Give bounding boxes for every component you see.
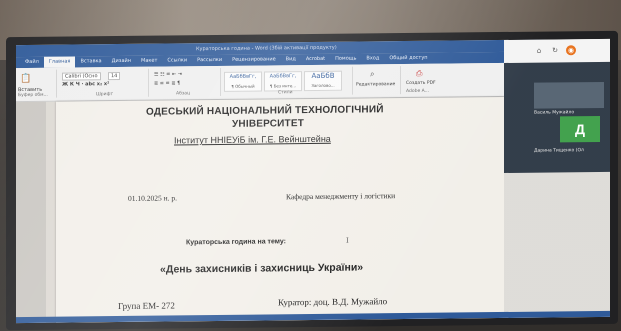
font-group: Calibri (Осно 14 Ж К Ч · abc x₂ x² Шрифт (58, 68, 149, 98)
institute-name: Інститут ННІЕУіБ ім. Г.Е. Вейнштейна (174, 133, 331, 146)
tab-layout[interactable]: Макет (136, 56, 162, 67)
participant-name-1: Василь Мужайло (534, 110, 575, 116)
paste-icon[interactable]: 📋 (20, 74, 31, 84)
paragraph-label: Абзац (176, 91, 191, 97)
browser-logo-icon[interactable]: ◉ (566, 45, 576, 56)
tab-acrobat[interactable]: Acrobat (301, 54, 330, 65)
create-pdf-button[interactable]: Создать PDF (406, 81, 436, 86)
photo-of-monitor: Кураторська година - Word (Збій активаці… (0, 0, 621, 331)
clipboard-group: 📋 Вставить Буфер обм... (16, 69, 57, 99)
tab-home[interactable]: Главная (43, 56, 76, 68)
ribbon: 📋 Вставить Буфер обм... Calibri (Осно 14… (16, 62, 556, 103)
university-name: ОДЕСЬКИЙ НАЦІОНАЛЬНИЙ ТЕХНОЛОГІЧНИЙ (146, 104, 384, 118)
tab-help[interactable]: Помощь (330, 53, 361, 64)
share-button[interactable]: Общий доступ (384, 53, 432, 65)
university-name-line2: УНІВЕРСИТЕТ (232, 118, 305, 130)
style-no-spacing-sample: АаБбВвГг, (269, 73, 297, 80)
style-no-spacing-name: ¶ Без инте... (269, 83, 297, 89)
font-size-select[interactable]: 14 (108, 72, 121, 81)
search-icon[interactable]: ⌕ (370, 69, 374, 79)
pdf-group: ⎙ Создать PDF Adobe A... (402, 66, 442, 94)
tab-insert[interactable]: Вставка (75, 56, 106, 67)
editing-button[interactable]: Редактирование (356, 82, 395, 87)
tab-review[interactable]: Рецензирование (227, 54, 281, 66)
topic-title: «День захисників і захисниць України» (160, 261, 364, 276)
align-icons[interactable]: ≣ ≡ ≡ ≣ ¶ (154, 80, 180, 86)
reload-icon[interactable]: ↻ (550, 45, 560, 55)
editing-group: ⌕ Редактирование (354, 66, 401, 95)
style-normal-name: ¶ Обычный (231, 83, 255, 89)
style-no-spacing[interactable]: АаБбВвГг, ¶ Без инте... (264, 71, 302, 92)
list-icons[interactable]: ☰ ☷ ≡ ⇤ ⇥ (154, 71, 182, 77)
monitor-bezel: Кураторська година - Word (Збій активаці… (6, 30, 618, 331)
styles-label: Стили (278, 90, 293, 96)
department-text: Кафедра менеджменту і логістики (286, 191, 396, 202)
browser-toolbar: ⌂ ↻ ◉ (504, 38, 610, 63)
date-text: 01.10.2025 н. р. (128, 193, 178, 203)
style-heading-sample: АаБбВ (311, 71, 335, 81)
tab-references[interactable]: Ссылки (162, 55, 192, 66)
left-margin (16, 101, 46, 324)
browser-window: ⌂ ↻ ◉ Василь Мужайло Д Дарина Тищенко (О… (504, 38, 610, 318)
paragraph-group: ☰ ☷ ≡ ⇤ ⇥ ≣ ≡ ≡ ≣ ¶ Абзац (150, 67, 221, 97)
screen: Кураторська година - Word (Збій активаці… (16, 38, 610, 324)
curator-text: Куратор: доц. В.Д. Мужайло (278, 296, 388, 308)
font-label: Шрифт (96, 92, 114, 98)
participant-avatar[interactable]: Д (560, 115, 600, 143)
text-cursor-icon: I (346, 236, 349, 245)
group-text: Група ЕМ- 272 (118, 300, 175, 312)
style-normal[interactable]: АаБбВвГг, ¶ Обычный (224, 71, 262, 92)
styles-group: АаБбВвГг, ¶ Обычный АаБбВвГг, ¶ Без инте… (222, 66, 353, 96)
pdf-icon[interactable]: ⎙ (416, 69, 422, 79)
document-page: ОДЕСЬКИЙ НАЦІОНАЛЬНИЙ ТЕХНОЛОГІЧНИЙ УНІВ… (56, 96, 504, 324)
clipboard-label: Буфер обм... (18, 92, 48, 99)
home-icon[interactable]: ⌂ (534, 46, 544, 56)
tab-file[interactable]: Файл (20, 57, 44, 68)
tab-mailings[interactable]: Рассылки (192, 55, 227, 66)
participant-video-thumbnail[interactable] (534, 81, 604, 109)
tab-view[interactable]: Вид (281, 54, 301, 65)
font-format-buttons[interactable]: Ж К Ч · abc x₂ x² (62, 81, 109, 87)
video-call-area: Василь Мужайло Д Дарина Тищенко (Ол (504, 61, 610, 173)
participant-name-2: Дарина Тищенко (Ол (534, 148, 584, 154)
curator-hour-heading: Кураторська година на тему: (186, 238, 286, 247)
style-heading-name: Заголово... (311, 82, 335, 89)
style-heading[interactable]: АаБбВ Заголово... (304, 70, 342, 92)
tab-signin[interactable]: Вход (361, 53, 384, 64)
style-normal-sample: АаБбВвГг, (229, 73, 257, 80)
tab-design[interactable]: Дизайн (107, 56, 136, 67)
font-name-select[interactable]: Calibri (Осно (62, 72, 101, 81)
adobe-label: Adobe A... (406, 88, 429, 95)
